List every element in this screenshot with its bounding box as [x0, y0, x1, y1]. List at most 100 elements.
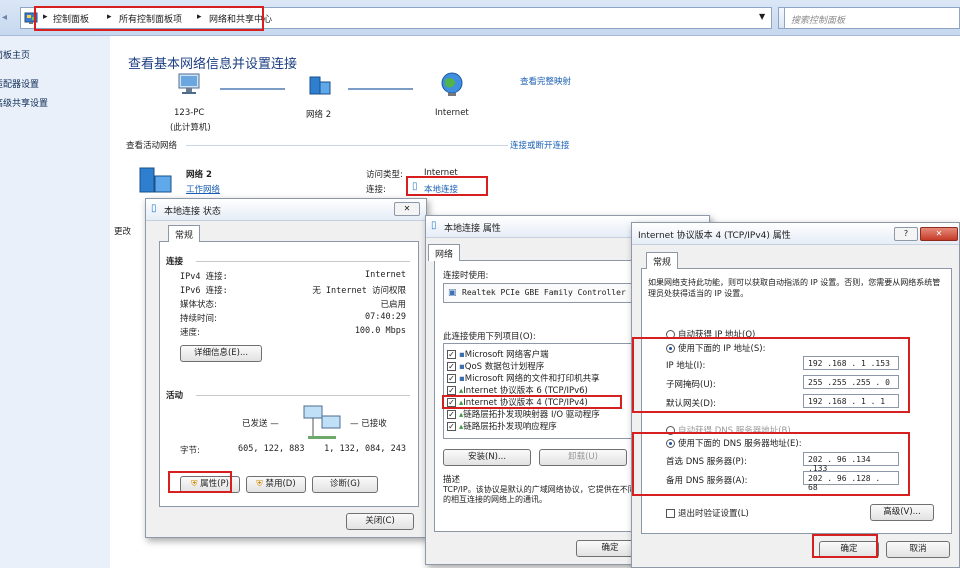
- shield-icon: ⛨: [256, 479, 263, 489]
- validate-option[interactable]: 退出时验证设置(L): [666, 507, 749, 519]
- checkbox-checked-icon[interactable]: ✓: [447, 410, 456, 419]
- view-full-map-link[interactable]: 查看完整映射: [520, 75, 571, 87]
- status-dialog: ▯ 本地连接 状态 ✕ 常规 连接 IPv4 连接: Internet IPv6…: [145, 198, 427, 538]
- tab-networking[interactable]: 网络: [428, 244, 461, 261]
- ipv6-value: 无 Internet 访问权限: [312, 286, 406, 296]
- list-item-label: QoS 数据包计划程序: [464, 362, 545, 372]
- network-type-link[interactable]: 工作网络: [186, 183, 220, 195]
- network-adapter-icon: ▣: [448, 288, 457, 298]
- details-button[interactable]: 详细信息(E)...: [180, 345, 262, 362]
- checkbox-checked-icon[interactable]: ✓: [447, 386, 456, 395]
- nav-control-panel-home[interactable]: 控制面板主页: [0, 48, 30, 61]
- access-type-value: Internet: [424, 168, 458, 178]
- speed-label: 速度:: [180, 328, 200, 338]
- radio-off-icon[interactable]: [666, 426, 675, 435]
- change-settings-label: 更改: [114, 227, 132, 237]
- nav-advanced-sharing[interactable]: 更改高级共享设置: [0, 96, 48, 109]
- cancel-button[interactable]: 取消: [886, 541, 950, 558]
- diagnose-button[interactable]: 诊断(G): [312, 476, 378, 493]
- close-icon[interactable]: ✕: [920, 227, 958, 241]
- manual-dns-option[interactable]: 使用下面的 DNS 服务器地址(E):: [666, 437, 802, 449]
- back-arrow-icon[interactable]: ◂: [2, 12, 7, 23]
- radio-on-icon[interactable]: [666, 439, 675, 448]
- auto-ip-option[interactable]: 自动获得 IP 地址(O): [666, 328, 755, 340]
- plug-icon: ▯: [151, 203, 157, 214]
- checkbox-checked-icon[interactable]: ✓: [447, 422, 456, 431]
- address-bar[interactable]: ▸ 控制面板 ▸ 所有控制面板项 ▸ 网络和共享中心 ▼: [20, 7, 772, 29]
- computer-icon: [176, 72, 204, 99]
- received-label: — 已接收: [350, 419, 387, 429]
- list-item-label: Internet 协议版本 4 (TCP/IPv4): [463, 398, 588, 408]
- checkbox-checked-icon[interactable]: ✓: [447, 350, 456, 359]
- radio-on-icon[interactable]: [666, 344, 675, 353]
- divider: [196, 395, 410, 396]
- dns2-field[interactable]: 202 . 96 .128 . 68: [803, 471, 899, 492]
- radio-off-icon[interactable]: [666, 330, 675, 339]
- items-label: 此连接使用下列项目(O):: [443, 332, 536, 342]
- ok-button[interactable]: 确定: [819, 541, 879, 558]
- status-panel: 连接 IPv4 连接: Internet IPv6 连接: 无 Internet…: [159, 241, 419, 507]
- ip-address-label: IP 地址(I):: [666, 361, 706, 371]
- connection-plug-icon: ▯: [412, 181, 418, 192]
- chevron-down-icon[interactable]: ▼: [759, 12, 765, 21]
- list-item[interactable]: ✓ ▪Microsoft 网络的文件和打印机共享: [447, 372, 600, 384]
- local-connection-link[interactable]: 本地连接: [424, 183, 458, 195]
- network-icon: [138, 164, 178, 201]
- tab-general[interactable]: 常规: [168, 225, 201, 242]
- shield-icon: ⛨: [191, 479, 198, 489]
- search-input[interactable]: 搜索控制面板: [784, 7, 960, 29]
- checkbox-checked-icon[interactable]: ✓: [447, 398, 456, 407]
- dns1-field[interactable]: 202 . 96 .134 .133: [803, 452, 899, 473]
- tab-general[interactable]: 常规: [646, 252, 679, 269]
- breadcrumb-all-items[interactable]: 所有控制面板项: [119, 12, 182, 25]
- list-item[interactable]: ✓ ▴链路层拓扑发现映射器 I/O 驱动程序: [447, 408, 600, 420]
- chevron-right-icon[interactable]: ▸: [197, 12, 202, 22]
- checkbox-checked-icon[interactable]: ✓: [447, 374, 456, 383]
- status-dialog-titlebar[interactable]: ▯ 本地连接 状态 ✕: [146, 199, 426, 221]
- connection-label: 连接:: [366, 185, 386, 195]
- close-icon[interactable]: ✕: [394, 202, 420, 216]
- bytes-label: 字节:: [180, 446, 200, 456]
- checkbox-unchecked-icon[interactable]: [666, 509, 675, 518]
- left-nav: 控制面板主页 更改适配器设置 更改高级共享设置: [0, 36, 110, 568]
- install-button[interactable]: 安装(N)...: [443, 449, 531, 466]
- ipv6-label: IPv6 连接:: [180, 286, 228, 296]
- disable-button[interactable]: ⛨ 禁用(D): [246, 476, 306, 493]
- uninstall-button: 卸载(U): [539, 449, 627, 466]
- manual-ip-label: 使用下面的 IP 地址(S):: [678, 344, 766, 354]
- close-button[interactable]: 关闭(C): [346, 513, 414, 530]
- dns2-label: 备用 DNS 服务器(A):: [666, 476, 748, 486]
- ipv4-dialog-titlebar[interactable]: Internet 协议版本 4 (TCP/IPv4) 属性 ? ✕: [632, 223, 959, 245]
- ipv4-label: IPv4 连接:: [180, 272, 228, 282]
- ip-address-field[interactable]: 192 .168 . 1 .153: [803, 356, 899, 370]
- subnet-mask-field[interactable]: 255 .255 .255 . 0: [803, 375, 899, 389]
- manual-ip-option[interactable]: 使用下面的 IP 地址(S):: [666, 342, 765, 354]
- gateway-field[interactable]: 192 .168 . 1 . 1: [803, 394, 899, 408]
- help-icon[interactable]: ?: [894, 227, 918, 241]
- ipv4-intro: 如果网络支持此功能，则可以获取自动指派的 IP 设置。否则，您需要从网络系统管理…: [648, 278, 941, 298]
- chevron-right-icon[interactable]: ▸: [107, 12, 112, 22]
- connect-disconnect-link[interactable]: 连接或断开连接: [510, 139, 570, 151]
- list-item[interactable]: ✓ ▴Internet 协议版本 6 (TCP/IPv6): [447, 384, 588, 396]
- breadcrumb-network-center[interactable]: 网络和共享中心: [209, 12, 272, 25]
- list-item[interactable]: ✓ ▪QoS 数据包计划程序: [447, 360, 544, 372]
- description-header: 描述: [443, 475, 461, 485]
- breadcrumb-control-panel[interactable]: 控制面板: [53, 12, 89, 25]
- checkbox-checked-icon[interactable]: ✓: [447, 362, 456, 371]
- list-item-selected[interactable]: ✓ ▴Internet 协议版本 4 (TCP/IPv4): [447, 396, 588, 408]
- auto-dns-option[interactable]: 自动获得 DNS 服务器地址(B): [666, 424, 791, 436]
- list-item[interactable]: ✓ ▴链路层拓扑发现响应程序: [447, 420, 557, 432]
- validate-label: 退出时验证设置(L): [678, 509, 749, 519]
- chevron-right-icon[interactable]: ▸: [43, 12, 48, 22]
- properties-button[interactable]: ⛨ 属性(P): [180, 476, 240, 493]
- map-connector: [220, 88, 285, 90]
- auto-dns-label: 自动获得 DNS 服务器地址(B): [678, 426, 791, 436]
- node-pc-label: 123-PC: [174, 108, 205, 118]
- node-pc-sublabel: (此计算机): [170, 123, 211, 133]
- advanced-button[interactable]: 高级(V)...: [870, 504, 934, 521]
- list-item[interactable]: ✓ ▪Microsoft 网络客户端: [447, 348, 549, 360]
- duration-value: 07:40:29: [365, 312, 406, 322]
- list-item-label: Microsoft 网络的文件和打印机共享: [464, 374, 600, 384]
- nav-adapter-settings[interactable]: 更改适配器设置: [0, 77, 39, 90]
- node-internet-label: Internet: [435, 108, 469, 118]
